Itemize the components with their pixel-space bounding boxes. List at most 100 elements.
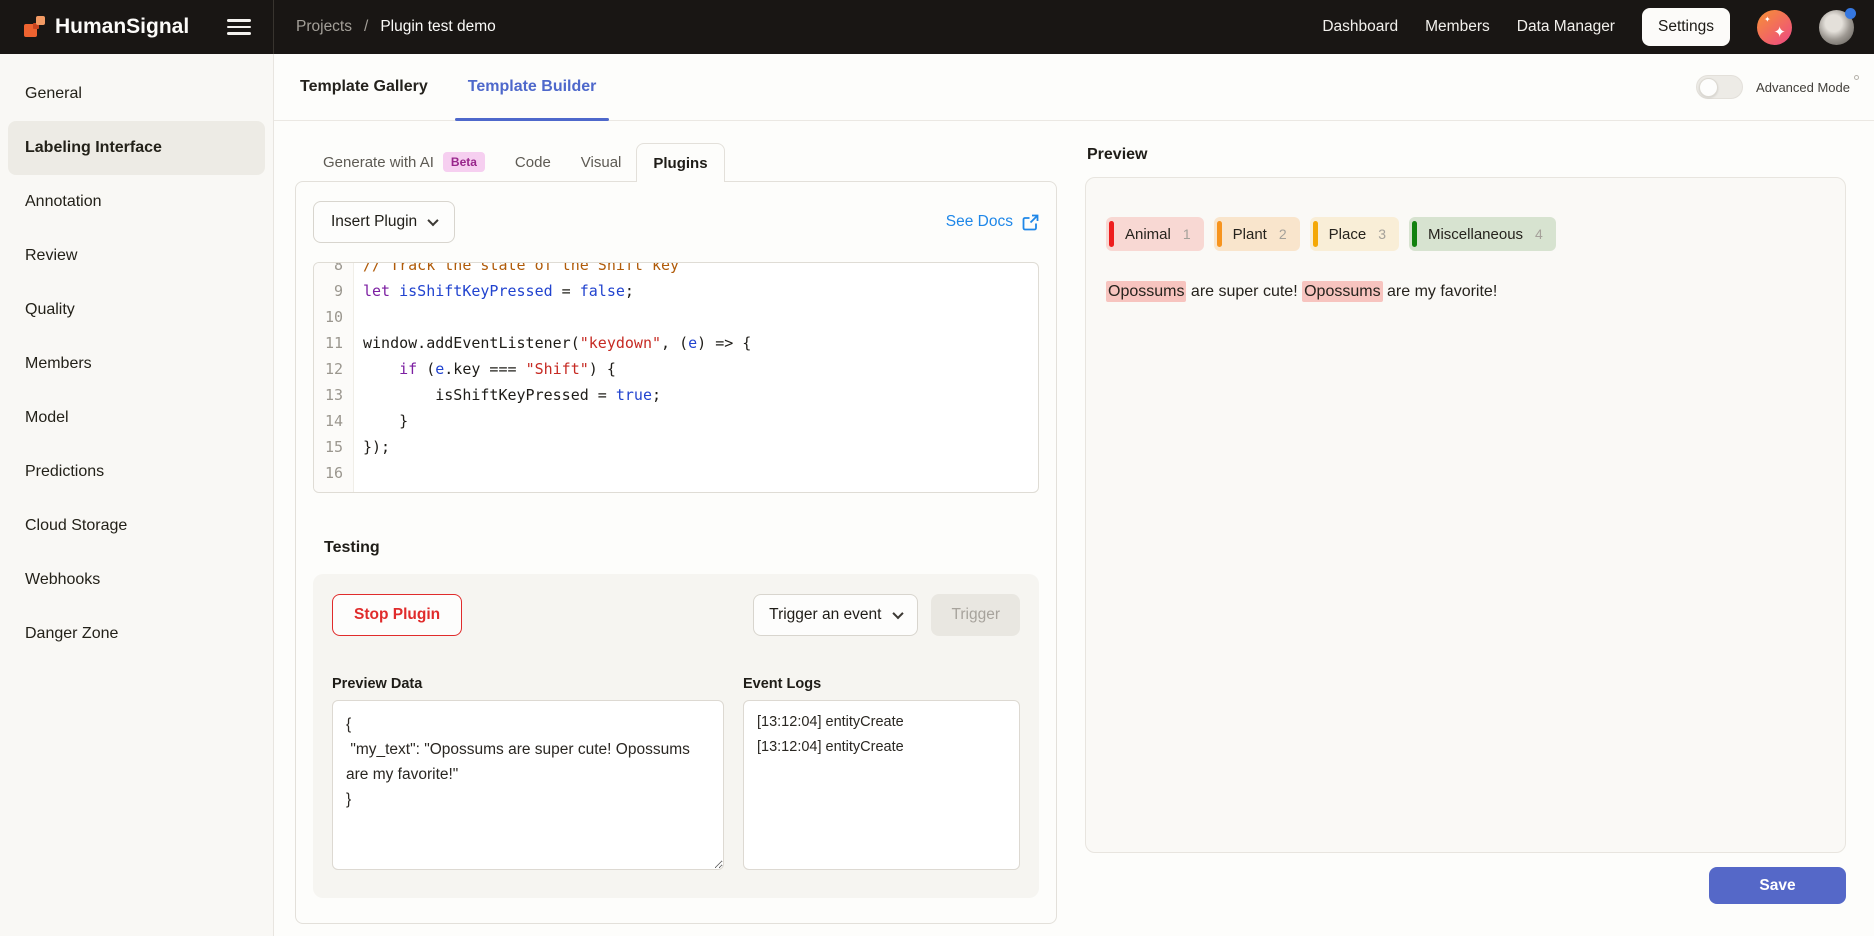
chevron-down-icon [428,215,439,226]
hamburger-menu-icon[interactable] [227,19,251,35]
code-line-text: } [354,408,408,434]
line-number: 11 [314,330,354,356]
advanced-mode-wrap: Advanced Mode [1696,54,1850,120]
stop-plugin-button[interactable]: Stop Plugin [332,594,462,636]
label-color-bar [1313,221,1318,247]
nav-link-dashboard[interactable]: Dashboard [1322,18,1398,36]
code-line: 10 [314,304,1038,330]
code-line: 17window.addEventListener("keyup", (e) =… [314,486,1038,493]
navbar-right: Dashboard Members Data Manager Settings … [1322,0,1874,54]
settings-sidebar: GeneralLabeling InterfaceAnnotationRevie… [0,54,274,936]
highlighted-region[interactable]: Opossums [1106,281,1186,302]
plain-text: are my favorite! [1383,283,1498,300]
sidebar-item-danger-zone[interactable]: Danger Zone [8,607,265,661]
sidebar-item-members[interactable]: Members [8,337,265,391]
sidebar-item-model[interactable]: Model [8,391,265,445]
label-chip-plant[interactable]: Plant 2 [1214,217,1300,251]
label-chip-miscellaneous[interactable]: Miscellaneous4 [1409,217,1556,251]
code-line: 9let isShiftKeyPressed = false; [314,278,1038,304]
line-number: 9 [314,278,354,304]
toggle-knob [1699,78,1718,97]
ai-sparkle-button[interactable]: ✦ ✦ [1757,10,1792,45]
subtab-plugins[interactable]: Plugins [636,143,724,182]
builder-content: Generate with AI Beta Code Visual Plugin… [274,121,1874,936]
navbar-left: HumanSignal [0,0,274,54]
testing-buttons-row: Stop Plugin Trigger an event Trigger [332,594,1020,636]
plugins-toolbar: Insert Plugin See Docs [313,201,1039,243]
sidebar-item-webhooks[interactable]: Webhooks [8,553,265,607]
code-line-text: let isShiftKeyPressed = false; [354,278,634,304]
subtab-code[interactable]: Code [500,143,566,181]
testing-heading: Testing [324,539,1039,557]
insert-plugin-dropdown[interactable]: Insert Plugin [313,201,455,243]
user-avatar[interactable] [1819,10,1854,45]
sidebar-item-review[interactable]: Review [8,229,265,283]
label-color-bar [1217,221,1222,247]
highlighted-region[interactable]: Opossums [1302,281,1382,302]
trigger-button[interactable]: Trigger [931,594,1020,636]
annotated-text[interactable]: Opossums are super cute! Opossums are my… [1106,279,1825,304]
chevron-down-icon [893,608,904,619]
subtab-generate-with-ai[interactable]: Generate with AI Beta [308,143,500,181]
nav-link-data-manager[interactable]: Data Manager [1517,18,1615,36]
tab-template-gallery[interactable]: Template Gallery [300,54,428,120]
preview-column: Preview Animal1Plant2Place3Miscellaneous… [1085,143,1846,936]
label-chip-place[interactable]: Place3 [1310,217,1399,251]
code-line-text: window.addEventListener("keydown", (e) =… [354,330,751,356]
subtab-visual[interactable]: Visual [566,143,637,181]
sidebar-item-predictions[interactable]: Predictions [8,445,265,499]
code-line-text: if (e.key === "Shift") { [354,356,616,382]
breadcrumb-projects[interactable]: Projects [296,18,352,36]
sidebar-item-general[interactable]: General [8,67,265,121]
advanced-mode-toggle[interactable] [1696,75,1743,99]
code-editor[interactable]: 8// Track the state of the Shift key9let… [313,262,1039,493]
sidebar-item-quality[interactable]: Quality [8,283,265,337]
event-logs-box[interactable]: [13:12:04] entityCreate[13:12:04] entity… [743,700,1020,870]
label-chip-hotkey: 3 [1378,226,1386,242]
label-color-bar [1412,221,1417,247]
testing-panel: Stop Plugin Trigger an event Trigger Pre… [313,574,1039,898]
humansignal-logo[interactable]: HumanSignal [24,15,189,39]
line-number: 10 [314,304,354,330]
code-line: 12 if (e.key === "Shift") { [314,356,1038,382]
preview-data-textarea[interactable]: { "my_text": "Opossums are super cute! O… [332,700,724,870]
nav-link-members[interactable]: Members [1425,18,1490,36]
line-number: 13 [314,382,354,408]
advanced-mode-beta-dot [1854,75,1859,80]
brand-name: HumanSignal [55,15,189,39]
plain-text: are super cute! [1186,283,1302,300]
label-chip-hotkey: 2 [1279,226,1287,242]
preview-data-block: Preview Data { "my_text": "Opossums are … [332,676,724,875]
line-number: 12 [314,356,354,382]
breadcrumb-separator: / [364,18,368,36]
label-chip-text: Animal [1125,226,1171,243]
plugins-panel: Insert Plugin See Docs [295,181,1057,924]
sidebar-item-cloud-storage[interactable]: Cloud Storage [8,499,265,553]
humansignal-logo-icon [24,16,46,38]
main-content: Template Gallery Template Builder Advanc… [274,54,1874,936]
code-line-text: window.addEventListener("keyup", (e) => … [354,486,733,493]
testing-io-grid: Preview Data { "my_text": "Opossums are … [332,676,1020,875]
code-line: 11window.addEventListener("keydown", (e)… [314,330,1038,356]
notification-dot [1845,8,1856,19]
code-line: 15}); [314,434,1038,460]
builder-subtabs: Generate with AI Beta Code Visual Plugin… [295,143,1057,181]
label-chip-text: Plant [1233,226,1267,243]
label-chip-animal[interactable]: Animal1 [1106,217,1204,251]
code-line-text: }); [354,434,390,460]
see-docs-link[interactable]: See Docs [946,213,1039,231]
trigger-event-dropdown[interactable]: Trigger an event [753,594,918,636]
sidebar-item-labeling-interface[interactable]: Labeling Interface [8,121,265,175]
advanced-mode-label: Advanced Mode [1756,80,1850,95]
page-layout: GeneralLabeling InterfaceAnnotationRevie… [0,54,1874,936]
event-log-entry: [13:12:04] entityCreate [757,710,1006,735]
event-log-entry: [13:12:04] entityCreate [757,735,1006,760]
event-logs-block: Event Logs [13:12:04] entityCreate[13:12… [743,676,1020,875]
labeling-preview-panel: Animal1 Plant 2 Place3 Miscellaneous4 Opossu… [1085,177,1846,853]
save-button[interactable]: Save [1709,867,1846,904]
sidebar-item-annotation[interactable]: Annotation [8,175,265,229]
settings-button[interactable]: Settings [1642,8,1730,46]
external-link-icon [1022,214,1039,231]
tab-template-builder[interactable]: Template Builder [468,54,597,120]
line-number: 8 [314,262,354,278]
